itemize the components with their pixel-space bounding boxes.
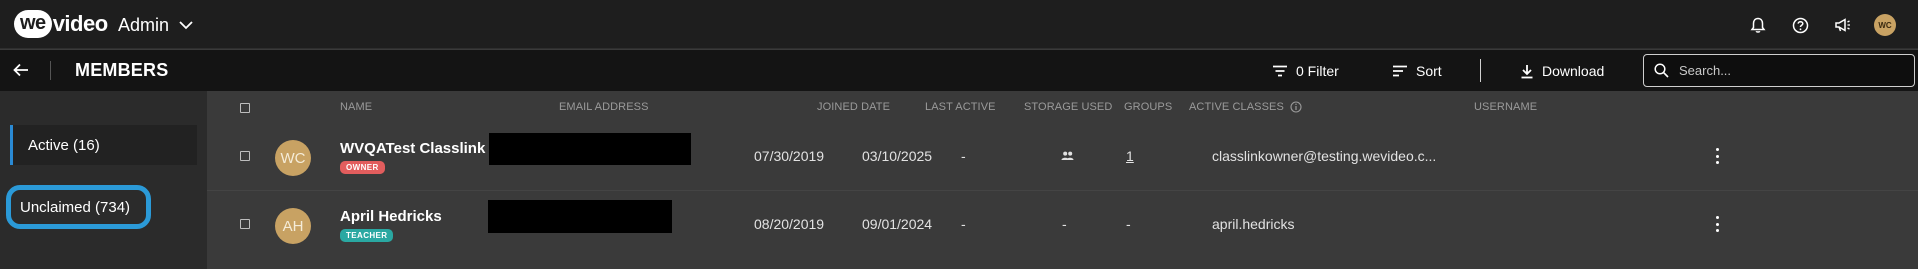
- back-button[interactable]: [10, 59, 32, 81]
- arrow-left-icon: [13, 63, 28, 77]
- page-title: MEMBERS: [75, 60, 169, 80]
- member-name[interactable]: WVQATest Classlink: [340, 140, 485, 157]
- groups-icon[interactable]: [1061, 148, 1074, 164]
- user-avatar[interactable]: WC: [1874, 14, 1896, 36]
- members-table: NAME EMAIL ADDRESS JOINED DATE LAST ACTI…: [207, 91, 1918, 269]
- chevron-down-icon: [179, 20, 193, 29]
- column-header-email[interactable]: EMAIL ADDRESS: [559, 101, 649, 113]
- column-header-active-classes[interactable]: ACTIVE CLASSES: [1189, 101, 1302, 113]
- avatar: WC: [275, 140, 311, 176]
- wevideo-logo[interactable]: we video: [14, 8, 108, 40]
- download-icon: [1521, 64, 1533, 78]
- sidebar-item-label: Active (16): [28, 136, 100, 154]
- role-badge: TEACHER: [340, 229, 394, 242]
- tool-divider: [1480, 59, 1481, 82]
- active-classes: -: [1126, 216, 1131, 232]
- logo-video-text: video: [52, 11, 108, 36]
- column-header-name[interactable]: NAME: [340, 101, 372, 113]
- table-row[interactable]: WC WVQATest Classlink OWNER 07/30/2019 0…: [207, 124, 1918, 191]
- column-header-groups[interactable]: GROUPS: [1124, 101, 1172, 113]
- joined-date: 07/30/2019: [754, 148, 825, 164]
- filter-button[interactable]: 0 Filter: [1272, 61, 1339, 81]
- more-options-icon[interactable]: [1712, 148, 1722, 164]
- more-options-icon[interactable]: [1712, 216, 1722, 232]
- table-row[interactable]: AH April Hedricks TEACHER 08/20/2019 09/…: [207, 192, 1918, 259]
- last-active: 09/01/2024: [862, 216, 933, 232]
- sidebar-item-label: Unclaimed (734): [20, 198, 131, 216]
- info-icon[interactable]: [1290, 101, 1302, 113]
- select-all-checkbox[interactable]: [240, 103, 250, 113]
- page-toolbar: MEMBERS 0 Filter Sort Download: [0, 50, 1918, 91]
- admin-label: Admin: [118, 14, 170, 35]
- column-header-last-active[interactable]: LAST ACTIVE: [925, 101, 996, 113]
- column-header-joined-date[interactable]: JOINED DATE: [817, 101, 890, 113]
- help-icon[interactable]: [1790, 15, 1810, 35]
- filter-label: 0 Filter: [1296, 63, 1339, 79]
- row-checkbox[interactable]: [240, 219, 250, 229]
- avatar: AH: [275, 208, 311, 244]
- sort-button[interactable]: Sort: [1392, 61, 1442, 81]
- download-button[interactable]: Download: [1520, 61, 1604, 81]
- sort-label: Sort: [1416, 63, 1442, 79]
- role-badge: OWNER: [340, 161, 385, 174]
- member-status-sidebar: Active (16) Unclaimed (734): [0, 91, 207, 269]
- email-redacted: [488, 200, 672, 233]
- username: classlinkowner@testing.wevideo.c...: [1212, 148, 1437, 164]
- joined-date: 08/20/2019: [754, 216, 825, 232]
- sidebar-item-active[interactable]: Active (16): [10, 125, 197, 165]
- username: april.hedricks: [1212, 216, 1295, 232]
- last-active: 03/10/2025: [862, 148, 933, 164]
- bell-icon[interactable]: [1748, 15, 1768, 35]
- filter-icon: [1273, 65, 1287, 77]
- admin-menu-button[interactable]: Admin: [118, 12, 193, 38]
- top-bar: we video Admin WC: [0, 0, 1918, 49]
- column-header-username[interactable]: USERNAME: [1474, 101, 1537, 113]
- groups: -: [1062, 216, 1067, 232]
- megaphone-icon[interactable]: [1832, 15, 1852, 35]
- storage-used: -: [961, 148, 966, 164]
- search-input[interactable]: [1679, 63, 1899, 78]
- row-checkbox[interactable]: [240, 151, 250, 161]
- search-box[interactable]: [1643, 54, 1915, 87]
- top-icons: WC: [1748, 12, 1896, 38]
- download-label: Download: [1542, 63, 1605, 79]
- member-name[interactable]: April Hedricks: [340, 208, 442, 225]
- active-classes-label: ACTIVE CLASSES: [1189, 101, 1284, 113]
- sidebar-item-unclaimed[interactable]: Unclaimed (734): [6, 185, 151, 229]
- storage-used: -: [961, 216, 966, 232]
- logo-we-text: we: [14, 10, 52, 38]
- search-icon: [1654, 63, 1669, 78]
- active-classes-link[interactable]: 1: [1126, 148, 1134, 164]
- email-redacted: [489, 133, 691, 165]
- toolbar-divider: [50, 61, 51, 80]
- sort-icon: [1393, 65, 1407, 77]
- column-header-storage-used[interactable]: STORAGE USED: [1024, 101, 1112, 113]
